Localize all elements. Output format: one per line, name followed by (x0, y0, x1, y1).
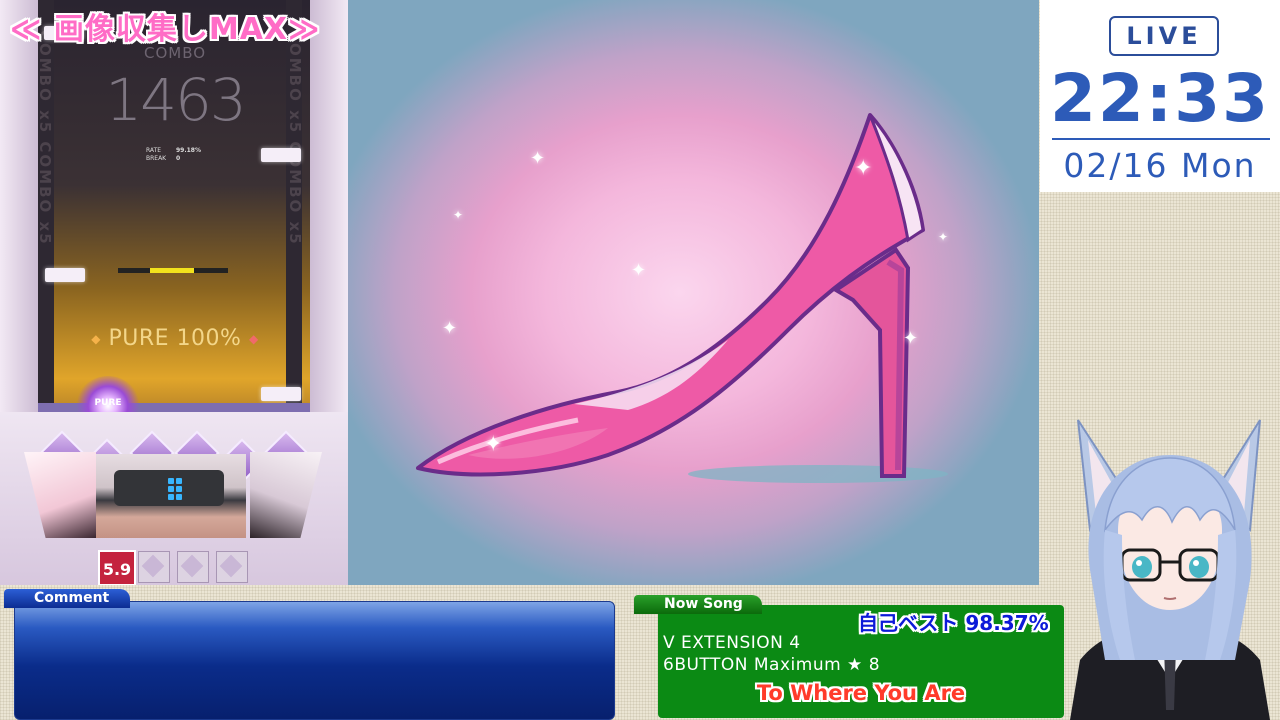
hit-effect-label: PURE (94, 398, 122, 408)
judgement-display: ◆ PURE 100% ◆ (60, 326, 290, 351)
song-difficulty: 6BUTTON Maximum ★ 8 (663, 655, 881, 675)
live-badge: LIVE (1109, 16, 1219, 56)
controller-device (114, 470, 224, 506)
sparkle-icon: ✦ (484, 432, 503, 457)
diamond-icon: ◆ (248, 332, 259, 346)
clock-time: 22:33 (1049, 60, 1271, 137)
comment-tab: Comment (4, 589, 130, 608)
sparkle-icon: ✦ (938, 230, 949, 244)
diamond-icon: ◆ (91, 332, 102, 346)
combo-multiplier-text-left: COMBO x5 COMBO x5 (36, 30, 54, 246)
sparkle-icon: ✦ (442, 318, 458, 339)
now-song-tab: Now Song (634, 595, 762, 614)
gear-slot (177, 551, 209, 583)
sparkle-icon: ✦ (453, 208, 464, 222)
rate-value: 99.18% (176, 147, 201, 154)
gear-slot (138, 551, 170, 583)
rate-label: RATE (146, 147, 162, 154)
level-badge: 5.9 (98, 550, 136, 585)
personal-best: 自己ベスト 98.37% (858, 611, 1049, 635)
song-video: ✦ ✦ ✦ ✦ ✦ ✦ ✦ ✦ (348, 0, 1039, 585)
timing-gauge-fill (150, 268, 194, 273)
rate-break-stats: RATE 99.18% BREAK 0 (146, 147, 201, 163)
break-label: BREAK (146, 155, 167, 162)
falling-note (261, 148, 301, 162)
combo-counter: 1463 (105, 66, 247, 134)
comment-panel (14, 601, 615, 720)
high-heel-illustration (416, 113, 948, 483)
song-pack: V EXTENSION 4 (663, 633, 801, 653)
stream-title: ≪ 画像収集しMAX≫ (10, 12, 321, 47)
falling-note (45, 268, 85, 282)
falling-note (261, 387, 301, 401)
game-capture: COMBO x5 COMBO x5 COMBO x5 COMBO x5 COMB… (0, 0, 348, 585)
clock-date: 02/16 Mon (1063, 146, 1257, 185)
song-title: To Where You Are (756, 681, 966, 705)
clock-divider (1052, 138, 1270, 140)
sparkle-icon: ✦ (854, 156, 873, 181)
vtuber-avatar (1070, 419, 1270, 720)
break-value: 0 (176, 155, 181, 162)
timing-gauge (118, 268, 228, 273)
sparkle-icon: ✦ (530, 148, 546, 169)
sparkle-icon: ✦ (631, 260, 647, 281)
gear-slot (216, 551, 248, 583)
judgement-text: PURE 100% (108, 326, 242, 351)
sparkle-icon: ✦ (903, 328, 919, 349)
combo-multiplier-text-right: COMBO x5 COMBO x5 (286, 30, 304, 246)
